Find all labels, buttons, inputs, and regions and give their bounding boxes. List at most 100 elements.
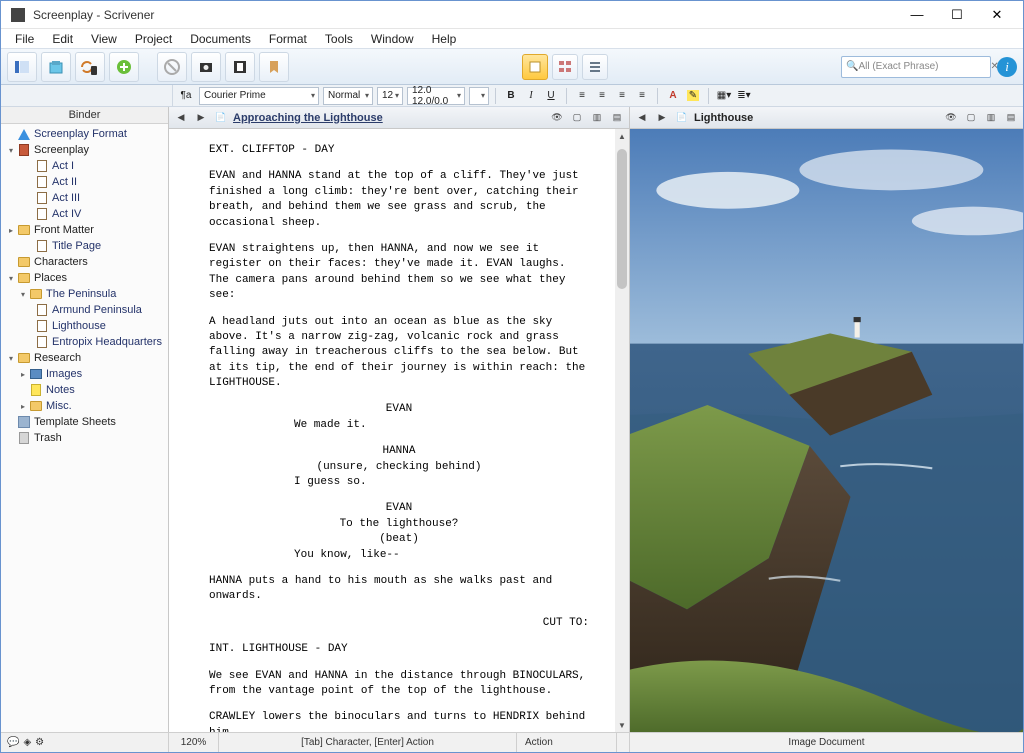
menu-tools[interactable]: Tools: [317, 30, 361, 48]
split-none-button[interactable]: ▢: [569, 110, 585, 126]
outliner-view-button[interactable]: [582, 54, 608, 80]
search-input[interactable]: [858, 61, 990, 72]
sync-button[interactable]: [75, 52, 105, 82]
binder-toggle-button[interactable]: [7, 52, 37, 82]
info-button[interactable]: i: [997, 57, 1017, 77]
binder-tree[interactable]: Screenplay Format▾ScreenplayAct IAct IIA…: [1, 124, 168, 732]
nav-back-button[interactable]: ◀: [634, 110, 650, 126]
menu-documents[interactable]: Documents: [182, 30, 259, 48]
binder-item[interactable]: Act II: [19, 174, 168, 190]
pane-title-right[interactable]: Lighthouse: [694, 112, 753, 124]
scene-heading: EXT. CLIFFTOP - DAY: [209, 143, 589, 158]
italic-button[interactable]: I: [522, 87, 540, 105]
comment-icon[interactable]: 💬: [7, 737, 19, 748]
compose-button[interactable]: [225, 52, 255, 82]
element-type[interactable]: Action: [517, 733, 617, 752]
menu-file[interactable]: File: [7, 30, 42, 48]
list-button[interactable]: ≣▾: [735, 87, 753, 105]
line-spacing-select[interactable]: 12.0 12.0/0.0: [407, 87, 465, 105]
editor-scrollview[interactable]: EXT. CLIFFTOP - DAY EVAN and HANNA stand…: [169, 129, 629, 732]
highlight-button[interactable]: ✎: [684, 87, 702, 105]
disclosure-icon[interactable]: ▾: [5, 354, 17, 363]
font-select[interactable]: Courier Prime: [199, 87, 319, 105]
table-button[interactable]: ▦▾: [715, 87, 733, 105]
add-button[interactable]: [109, 52, 139, 82]
binder-item[interactable]: Lighthouse: [19, 318, 168, 334]
paragraph-style-button[interactable]: ¶a: [177, 87, 195, 105]
menu-window[interactable]: Window: [363, 30, 422, 48]
binder-item[interactable]: ▸Images: [13, 366, 168, 382]
delete-button[interactable]: [157, 52, 187, 82]
align-left-button[interactable]: ≡: [573, 87, 591, 105]
scroll-up-icon[interactable]: ▲: [615, 129, 629, 143]
split-h-button[interactable]: ▥: [589, 110, 605, 126]
image-viewer[interactable]: [630, 129, 1023, 732]
lock-icon[interactable]: 👁: [549, 110, 565, 126]
binder-item[interactable]: ▸Front Matter: [1, 222, 168, 238]
snapshot-button[interactable]: [191, 52, 221, 82]
nav-forward-button[interactable]: ▶: [193, 110, 209, 126]
nav-forward-button[interactable]: ▶: [654, 110, 670, 126]
spacing-preset-select[interactable]: [469, 87, 489, 105]
binder-item[interactable]: Screenplay Format: [1, 126, 168, 142]
disclosure-icon[interactable]: ▸: [5, 226, 17, 235]
maximize-button[interactable]: ☐: [937, 4, 977, 26]
menu-help[interactable]: Help: [424, 30, 465, 48]
scrollbar-track[interactable]: ▲ ▼: [615, 129, 629, 732]
minimize-button[interactable]: —: [897, 4, 937, 26]
scrollbar-thumb[interactable]: [617, 149, 627, 289]
font-style-select[interactable]: Normal: [323, 87, 373, 105]
target-icon[interactable]: ◈: [23, 737, 31, 748]
binder-item[interactable]: Armund Peninsula: [19, 302, 168, 318]
align-center-button[interactable]: ≡: [593, 87, 611, 105]
binder-item[interactable]: Title Page: [19, 238, 168, 254]
zoom-level[interactable]: 120%: [169, 733, 219, 752]
bookmark-button[interactable]: [259, 52, 289, 82]
align-justify-button[interactable]: ≡: [633, 87, 651, 105]
nav-back-button[interactable]: ◀: [173, 110, 189, 126]
lock-icon[interactable]: 👁: [943, 110, 959, 126]
binder-item[interactable]: ▸Misc.: [13, 398, 168, 414]
underline-button[interactable]: U: [542, 87, 560, 105]
binder-item[interactable]: Trash: [1, 430, 168, 446]
pane-title-left[interactable]: Approaching the Lighthouse: [233, 112, 383, 124]
align-right-button[interactable]: ≡: [613, 87, 631, 105]
screenplay-page[interactable]: EXT. CLIFFTOP - DAY EVAN and HANNA stand…: [209, 129, 589, 732]
statusbar: 💬 ◈ ⚙ 120% [Tab] Character, [Enter] Acti…: [1, 732, 1023, 752]
binder-item[interactable]: ▾Places: [1, 270, 168, 286]
binder-item[interactable]: Entropix Headquarters: [19, 334, 168, 350]
binder-item[interactable]: Notes: [13, 382, 168, 398]
split-v-button[interactable]: ▤: [609, 110, 625, 126]
binder-item[interactable]: Characters: [1, 254, 168, 270]
binder-item[interactable]: ▾Research: [1, 350, 168, 366]
split-h-button[interactable]: ▥: [983, 110, 999, 126]
binder-item[interactable]: ▾Screenplay: [1, 142, 168, 158]
close-button[interactable]: ✕: [977, 4, 1017, 26]
disclosure-icon[interactable]: ▸: [17, 370, 29, 379]
binder-item[interactable]: ▾The Peninsula: [13, 286, 168, 302]
search-box[interactable]: 🔍 ✕: [841, 56, 991, 78]
binder-item[interactable]: Act III: [19, 190, 168, 206]
menu-format[interactable]: Format: [261, 30, 315, 48]
disclosure-icon[interactable]: ▾: [5, 146, 17, 155]
corkboard-view-button[interactable]: [552, 54, 578, 80]
disclosure-icon[interactable]: ▾: [5, 274, 17, 283]
text-color-button[interactable]: A: [664, 87, 682, 105]
settings-icon[interactable]: ⚙: [35, 737, 44, 748]
split-v-button[interactable]: ▤: [1003, 110, 1019, 126]
binder-item[interactable]: Template Sheets: [1, 414, 168, 430]
split-none-button[interactable]: ▢: [963, 110, 979, 126]
scroll-down-icon[interactable]: ▼: [615, 718, 629, 732]
disclosure-icon[interactable]: ▸: [17, 402, 29, 411]
menu-edit[interactable]: Edit: [44, 30, 81, 48]
menu-view[interactable]: View: [83, 30, 125, 48]
bold-button[interactable]: B: [502, 87, 520, 105]
collections-button[interactable]: [41, 52, 71, 82]
font-size-select[interactable]: 12: [377, 87, 403, 105]
binder-item[interactable]: Act IV: [19, 206, 168, 222]
menu-project[interactable]: Project: [127, 30, 180, 48]
binder-item[interactable]: Act I: [19, 158, 168, 174]
single-doc-view-button[interactable]: [522, 54, 548, 80]
disclosure-icon[interactable]: ▾: [17, 290, 29, 299]
folder-icon: [17, 271, 31, 285]
